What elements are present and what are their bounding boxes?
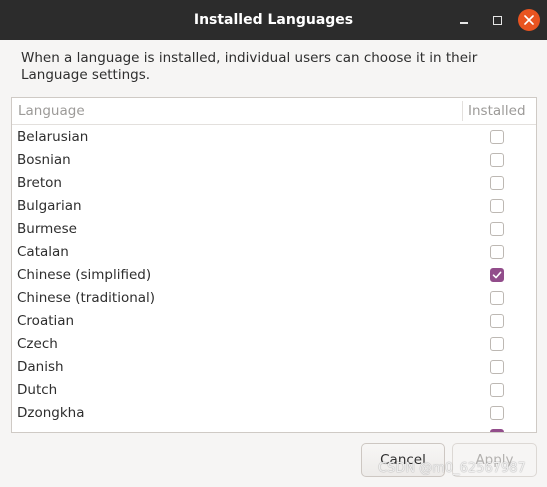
list-item[interactable]: Burmese — [12, 218, 536, 241]
language-label: Danish — [17, 359, 64, 375]
maximize-icon — [492, 15, 502, 25]
language-label: Bosnian — [17, 152, 71, 168]
list-header: Language Installed — [12, 98, 536, 125]
close-button[interactable] — [518, 9, 540, 31]
language-label: Chinese (simplified) — [17, 267, 152, 283]
installed-checkbox[interactable] — [490, 199, 504, 213]
installed-checkbox[interactable] — [490, 176, 504, 190]
check-icon — [492, 271, 502, 279]
installed-checkbox[interactable] — [490, 245, 504, 259]
installed-checkbox[interactable] — [490, 429, 504, 433]
column-separator — [462, 101, 463, 121]
list-item[interactable]: Dutch — [12, 379, 536, 402]
language-list[interactable]: Language Installed Belarusian Bosnian Bret… — [11, 97, 537, 433]
language-label: Belarusian — [17, 129, 89, 145]
installed-checkbox[interactable] — [490, 406, 504, 420]
installed-checkbox[interactable] — [490, 268, 504, 282]
installed-checkbox[interactable] — [490, 222, 504, 236]
minimize-icon — [460, 22, 468, 24]
language-label: Breton — [17, 175, 62, 191]
list-item[interactable]: Czech — [12, 333, 536, 356]
language-label: Croatian — [17, 313, 75, 329]
list-item[interactable]: Bulgarian — [12, 195, 536, 218]
installed-checkbox[interactable] — [490, 360, 504, 374]
list-item[interactable]: Belarusian — [12, 126, 536, 149]
minimize-button[interactable] — [452, 8, 476, 32]
installed-checkbox[interactable] — [490, 153, 504, 167]
installed-checkbox[interactable] — [490, 291, 504, 305]
list-item[interactable]: Croatian — [12, 310, 536, 333]
check-icon — [492, 431, 502, 433]
list-item[interactable]: Dzongkha — [12, 402, 536, 425]
installed-checkbox[interactable] — [490, 130, 504, 144]
maximize-button[interactable] — [485, 8, 509, 32]
language-label: Bulgarian — [17, 198, 82, 214]
list-item[interactable]: Breton — [12, 172, 536, 195]
language-label: Burmese — [17, 221, 77, 237]
info-text: When a language is installed, individual… — [21, 50, 478, 83]
language-label: Dzongkha — [17, 405, 85, 421]
installed-checkbox[interactable] — [490, 383, 504, 397]
column-header-language[interactable]: Language — [18, 98, 85, 124]
list-item[interactable]: Catalan — [12, 241, 536, 264]
language-label: Czech — [17, 336, 58, 352]
list-item[interactable]: Chinese (traditional) — [12, 287, 536, 310]
list-item[interactable] — [12, 425, 536, 433]
language-label: Catalan — [17, 244, 69, 260]
installed-checkbox[interactable] — [490, 337, 504, 351]
watermark: CSDN @m0_62567987 — [378, 461, 526, 476]
list-item[interactable]: Chinese (simplified) — [12, 264, 536, 287]
list-item[interactable]: Bosnian — [12, 149, 536, 172]
language-label: Chinese (traditional) — [17, 290, 156, 306]
column-header-installed[interactable]: Installed — [468, 98, 526, 124]
installed-checkbox[interactable] — [490, 314, 504, 328]
list-item[interactable]: Danish — [12, 356, 536, 379]
close-icon — [524, 15, 534, 25]
language-label: Dutch — [17, 382, 58, 398]
title-bar: Installed Languages — [0, 0, 547, 40]
